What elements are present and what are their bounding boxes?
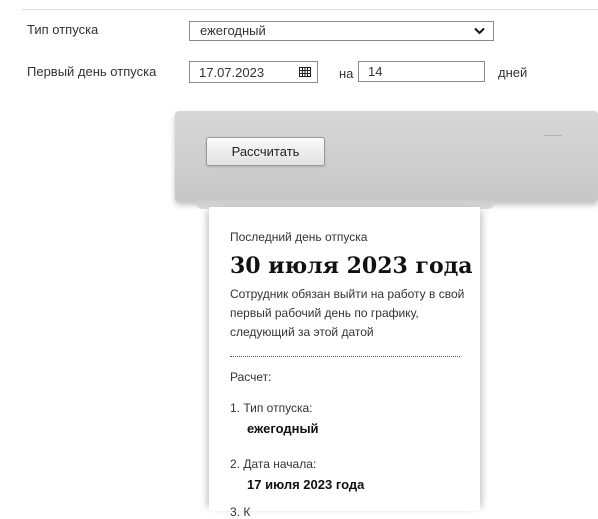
result-caption: Последний день отпуска xyxy=(230,230,368,244)
calc-item-start-label: 2. Дата начала: xyxy=(230,457,317,471)
vacation-type-value: ежегодный xyxy=(200,23,266,38)
dotted-divider xyxy=(230,356,460,357)
calc-item-next-partial: 3. К xyxy=(230,505,251,519)
calendar-icon[interactable] xyxy=(299,67,311,77)
days-unit-label: дней xyxy=(498,65,528,80)
result-note: Сотрудник обязан выйти на работу в свой … xyxy=(230,287,465,339)
first-day-input[interactable]: 17.07.2023 xyxy=(189,61,318,83)
days-input[interactable]: 14 xyxy=(358,61,485,82)
vacation-type-label: Тип отпуска xyxy=(27,22,99,37)
calculate-button[interactable]: Рассчитать xyxy=(206,137,325,166)
first-day-value: 17.07.2023 xyxy=(199,65,265,80)
result-date: 30 июля 2023 года xyxy=(230,253,473,279)
days-value: 14 xyxy=(368,64,383,79)
chevron-down-icon xyxy=(474,27,485,35)
panel-divider xyxy=(544,135,562,136)
first-day-label: Первый день отпуска xyxy=(27,64,157,79)
on-label: на xyxy=(339,66,354,81)
calc-item-type-value: ежегодный xyxy=(247,421,319,436)
calc-item-type-label: 1. Тип отпуска: xyxy=(230,401,313,415)
calc-item-start-value: 17 июля 2023 года xyxy=(247,477,365,492)
calc-header: Расчет: xyxy=(230,370,272,384)
top-divider xyxy=(22,9,598,10)
vacation-type-select[interactable]: ежегодный xyxy=(189,21,494,41)
